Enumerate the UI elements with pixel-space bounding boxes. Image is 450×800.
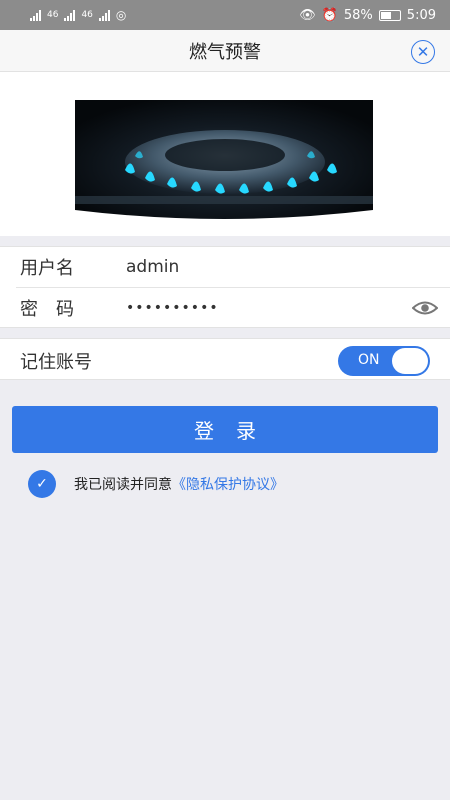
network-label-2: 46 xyxy=(81,10,93,20)
username-field[interactable]: admin xyxy=(126,257,179,277)
privacy-policy-link[interactable]: 《隐私保护协议》 xyxy=(172,474,284,494)
toggle-knob xyxy=(392,348,428,374)
status-left: 46 46 ◎ xyxy=(30,8,126,22)
status-right: 👁 ⏰ 58% 5:09 xyxy=(299,8,436,23)
login-button[interactable]: 登录 xyxy=(12,406,438,453)
clock: 5:09 xyxy=(406,7,436,23)
battery-percent: 58% xyxy=(343,7,373,23)
network-label-1: 46 xyxy=(47,10,59,20)
password-label: 密 码 xyxy=(20,299,74,320)
checkmark-icon[interactable]: ✓ xyxy=(28,470,56,498)
password-row[interactable]: 密 码 •••••••••• xyxy=(0,288,450,328)
wifi-icon: ◎ xyxy=(115,8,127,22)
toggle-state-text: ON xyxy=(358,352,380,368)
remember-row: 记住账号 ON xyxy=(0,338,450,380)
title-bar: 燃气预警 ✕ xyxy=(0,30,450,72)
agreement-row: ✓ 我已阅读并同意 《隐私保护协议》 xyxy=(28,470,284,498)
signal-icon-2 xyxy=(64,9,76,21)
battery-icon xyxy=(378,9,401,21)
eye-icon[interactable] xyxy=(412,300,438,316)
signal-icon xyxy=(30,9,41,21)
close-icon[interactable]: ✕ xyxy=(411,40,435,64)
status-bar: 46 46 ◎ 👁 ⏰ 58% 5:09 xyxy=(0,0,450,30)
password-field[interactable]: •••••••••• xyxy=(126,300,219,316)
signal-icon-3 xyxy=(98,9,110,21)
remember-label: 记住账号 xyxy=(20,352,92,373)
page-title: 燃气预警 xyxy=(189,41,261,63)
username-label: 用户名 xyxy=(20,258,74,279)
alarm-icon: ⏰ xyxy=(321,7,338,23)
eye-status-icon: 👁 xyxy=(299,7,316,23)
agreement-text: 我已阅读并同意 xyxy=(74,477,172,493)
remember-toggle[interactable]: ON xyxy=(338,346,430,376)
username-row[interactable]: 用户名 admin xyxy=(0,247,450,287)
login-form: 用户名 admin 密 码 •••••••••• xyxy=(0,246,450,328)
gas-flame-image xyxy=(75,100,373,219)
hero-section xyxy=(0,72,450,236)
